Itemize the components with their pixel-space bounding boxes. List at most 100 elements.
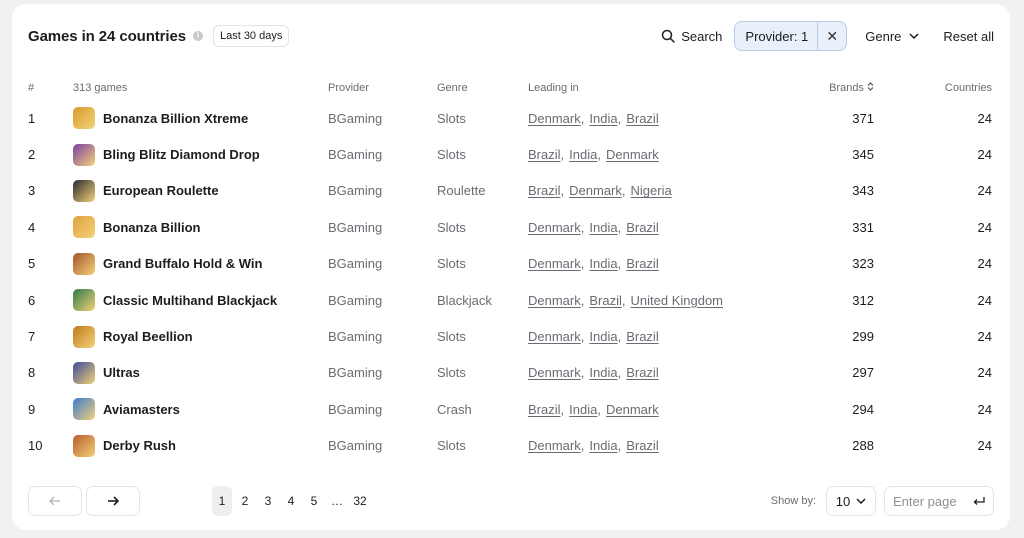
enter-page-field[interactable] xyxy=(884,486,994,516)
table-row[interactable]: 8 Ultras BGaming Slots Denmark, India, Brazil 2… xyxy=(28,355,992,391)
country-link[interactable]: India xyxy=(589,438,617,453)
table-row[interactable]: 7 Royal Beellion BGaming Slots Denmark, India… xyxy=(28,318,992,354)
game-name[interactable]: Classic Multihand Blackjack xyxy=(73,289,328,312)
country-link[interactable]: India xyxy=(589,329,617,344)
country-link[interactable]: Brazil xyxy=(626,438,659,453)
country-link[interactable]: Denmark xyxy=(528,293,581,308)
country-link[interactable]: Brazil xyxy=(626,365,659,380)
country-link[interactable]: India xyxy=(589,256,617,271)
country-link[interactable]: Brazil xyxy=(589,293,622,308)
game-cell[interactable]: Derby Rush xyxy=(73,428,328,464)
game-name[interactable]: Bonanza Billion xyxy=(73,216,328,239)
table-row[interactable]: 2 Bling Blitz Diamond Drop BGaming Slots Bra… xyxy=(28,136,992,172)
provider-filter-chip[interactable]: Provider: 1 ✕ xyxy=(734,21,848,51)
show-by-select[interactable]: 10 xyxy=(826,486,876,516)
page-numbers: 1 2 3 4 5 … 32 xyxy=(212,486,373,516)
table-row[interactable]: 5 Grand Buffalo Hold & Win BGaming Slots Den… xyxy=(28,246,992,282)
country-link[interactable]: Brazil xyxy=(626,329,659,344)
page-button-2[interactable]: 2 xyxy=(235,486,255,516)
comma-separator: , xyxy=(580,438,585,454)
game-cell[interactable]: European Roulette xyxy=(73,173,328,209)
game-cell[interactable]: Bling Blitz Diamond Drop xyxy=(73,136,328,172)
column-header-brands[interactable]: Brands xyxy=(788,76,874,100)
page-button-32[interactable]: 32 xyxy=(350,486,370,516)
country-link[interactable]: Brazil xyxy=(528,147,561,162)
comma-separator: , xyxy=(580,292,585,308)
country-link[interactable]: Brazil xyxy=(626,220,659,235)
country-link[interactable]: India xyxy=(589,220,617,235)
page-button-5[interactable]: 5 xyxy=(304,486,324,516)
comma-separator: , xyxy=(621,183,626,199)
country-link[interactable]: United Kingdom xyxy=(631,293,724,308)
search-button[interactable]: Search xyxy=(661,29,722,44)
game-name[interactable]: Bonanza Billion Xtreme xyxy=(73,107,328,130)
country-link[interactable]: Brazil xyxy=(528,183,561,198)
country-link[interactable]: Nigeria xyxy=(631,183,672,198)
game-thumbnail xyxy=(73,252,95,275)
table-row[interactable]: 9 Aviamasters BGaming Crash Brazil, India, Den… xyxy=(28,391,992,427)
game-title[interactable]: Aviamasters xyxy=(103,402,180,417)
game-title[interactable]: Grand Buffalo Hold & Win xyxy=(103,256,262,271)
column-header-countries: Countries xyxy=(944,82,992,94)
game-thumbnail xyxy=(73,434,95,457)
game-title[interactable]: Royal Beellion xyxy=(103,329,193,344)
game-title[interactable]: Classic Multihand Blackjack xyxy=(103,293,277,308)
country-link[interactable]: India xyxy=(589,111,617,126)
table-row[interactable]: 4 Bonanza Billion BGaming Slots Denmark, Indi… xyxy=(28,209,992,245)
game-cell[interactable]: Aviamasters xyxy=(73,391,328,427)
game-cell[interactable]: Royal Beellion xyxy=(73,318,328,354)
game-title[interactable]: Ultras xyxy=(103,365,140,380)
prev-page-button[interactable] xyxy=(28,486,82,516)
game-cell[interactable]: Ultras xyxy=(73,355,328,391)
country-link[interactable]: Denmark xyxy=(528,329,581,344)
country-link[interactable]: India xyxy=(569,402,597,417)
game-cell[interactable]: Bonanza Billion xyxy=(73,209,328,245)
game-cell[interactable]: Classic Multihand Blackjack xyxy=(73,282,328,318)
enter-icon[interactable] xyxy=(973,496,985,506)
game-name[interactable]: Ultras xyxy=(73,361,328,384)
game-title[interactable]: Bonanza Billion xyxy=(103,220,201,235)
game-name[interactable]: European Roulette xyxy=(73,179,328,202)
next-page-button[interactable] xyxy=(86,486,140,516)
period-badge[interactable]: Last 30 days xyxy=(212,25,290,47)
game-title[interactable]: Bonanza Billion Xtreme xyxy=(103,111,248,126)
game-title[interactable]: Bling Blitz Diamond Drop xyxy=(103,147,260,162)
country-link[interactable]: Brazil xyxy=(528,402,561,417)
game-name[interactable]: Aviamasters xyxy=(73,398,328,421)
country-link[interactable]: Denmark xyxy=(528,220,581,235)
genre-cell: Roulette xyxy=(437,183,486,199)
country-link[interactable]: Denmark xyxy=(606,147,659,162)
game-title[interactable]: Derby Rush xyxy=(103,438,176,453)
country-link[interactable]: India xyxy=(589,365,617,380)
info-icon[interactable]: i xyxy=(192,31,203,41)
table-row[interactable]: 3 European Roulette BGaming Roulette Brazil,… xyxy=(28,173,992,209)
country-link[interactable]: India xyxy=(569,147,597,162)
table-row[interactable]: 1 Bonanza Billion Xtreme BGaming Slots Denma… xyxy=(28,100,992,136)
country-link[interactable]: Denmark xyxy=(569,183,622,198)
genre-dropdown[interactable]: Genre xyxy=(865,29,919,44)
country-link[interactable]: Denmark xyxy=(606,402,659,417)
page-button-4[interactable]: 4 xyxy=(281,486,301,516)
page-button-3[interactable]: 3 xyxy=(258,486,278,516)
country-link[interactable]: Denmark xyxy=(528,256,581,271)
game-name[interactable]: Royal Beellion xyxy=(73,325,328,348)
page-button-1[interactable]: 1 xyxy=(212,486,232,516)
table-row[interactable]: 6 Classic Multihand Blackjack BGaming Black… xyxy=(28,282,992,318)
game-title[interactable]: European Roulette xyxy=(103,183,219,198)
close-icon[interactable]: ✕ xyxy=(818,28,846,45)
country-link[interactable]: Brazil xyxy=(626,256,659,271)
country-link[interactable]: Denmark xyxy=(528,438,581,453)
comma-separator: , xyxy=(560,147,565,163)
country-link[interactable]: Denmark xyxy=(528,111,581,126)
game-name[interactable]: Grand Buffalo Hold & Win xyxy=(73,252,328,275)
game-cell[interactable]: Bonanza Billion Xtreme xyxy=(73,100,328,136)
reset-all-button[interactable]: Reset all xyxy=(943,29,994,44)
game-name[interactable]: Derby Rush xyxy=(73,434,328,457)
countries-cell: 24 xyxy=(977,219,992,235)
game-name[interactable]: Bling Blitz Diamond Drop xyxy=(73,143,328,166)
table-row[interactable]: 10 Derby Rush BGaming Slots Denmark, India, Br… xyxy=(28,428,992,464)
country-link[interactable]: Brazil xyxy=(626,111,659,126)
country-link[interactable]: Denmark xyxy=(528,365,581,380)
enter-page-input[interactable] xyxy=(893,493,973,509)
game-cell[interactable]: Grand Buffalo Hold & Win xyxy=(73,246,328,282)
